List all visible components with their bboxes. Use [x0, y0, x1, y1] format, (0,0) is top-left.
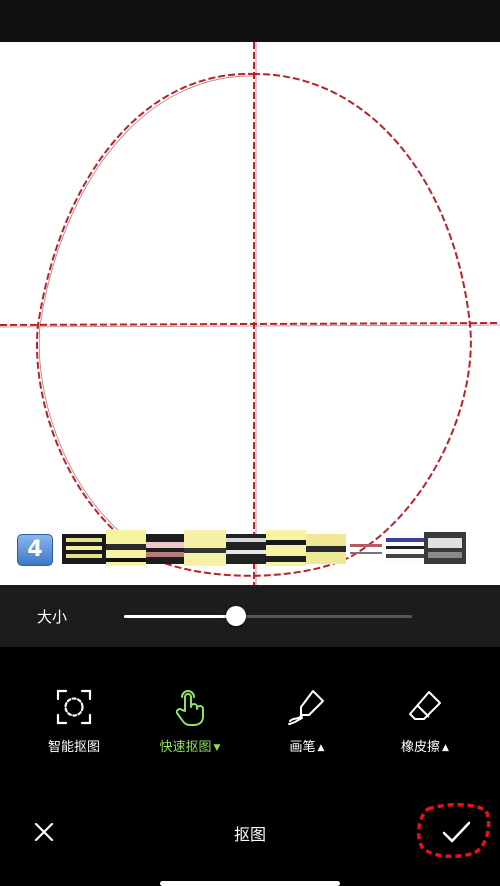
tool-label: 画笔 ▲: [289, 740, 325, 755]
image-canvas[interactable]: [0, 42, 500, 585]
tool-label: 橡皮擦 ▲: [401, 740, 449, 755]
size-slider-bar: 大小: [0, 585, 500, 647]
tool-smart-cutout[interactable]: 智能抠图: [14, 687, 134, 757]
menu-caret-icon: ▲: [317, 743, 325, 753]
brush-icon: [288, 690, 324, 725]
size-slider-fill: [124, 615, 237, 618]
tool-eraser[interactable]: 橡皮擦 ▲: [365, 687, 485, 757]
bottom-action-bar: 抠图: [0, 777, 500, 886]
tool-label: 快速抠图 ▼: [159, 740, 221, 755]
check-icon[interactable]: [438, 814, 474, 850]
home-indicator: [160, 881, 340, 886]
eraser-icon: [409, 691, 441, 720]
step-number-badge: 4: [17, 534, 53, 566]
tool-brush[interactable]: 画笔 ▲: [247, 687, 367, 757]
tool-label: 智能抠图: [47, 740, 100, 755]
head-sketch-drawing: [0, 42, 500, 585]
size-slider-thumb[interactable]: [226, 606, 247, 626]
cutout-toolbar: 智能抠图 快速抠图 ▼ 画笔 ▲ 橡皮擦 ▲: [0, 647, 500, 777]
size-slider-track[interactable]: [124, 606, 412, 626]
tool-quick-cutout[interactable]: 快速抠图 ▼: [130, 687, 250, 757]
horizontal-guide-line: [0, 322, 500, 326]
menu-caret-icon: ▼: [213, 743, 221, 753]
menu-caret-icon: ▲: [442, 743, 449, 753]
hand-touch-icon: [175, 690, 204, 726]
smart-cutout-icon: [56, 689, 92, 725]
top-status-bar: [0, 0, 500, 42]
corrupted-image-strip: [62, 530, 466, 566]
size-label: 大小: [37, 608, 68, 626]
